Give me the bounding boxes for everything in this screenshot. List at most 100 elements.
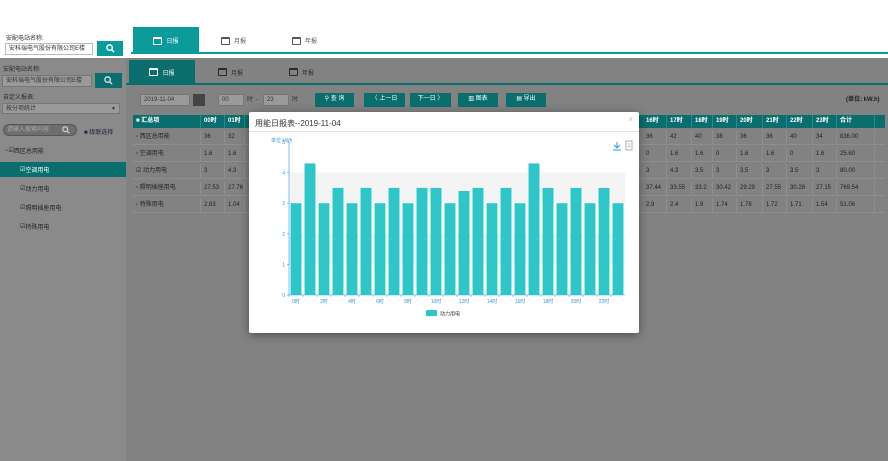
- table-cell: 30.42: [713, 181, 737, 196]
- hour-unit-label-2: 时: [292, 97, 299, 103]
- export-button[interactable]: ▤ 导出: [506, 93, 546, 107]
- table-cell: 25.60: [837, 147, 875, 162]
- calendar-month-icon: [218, 68, 227, 76]
- date-input[interactable]: 2019-11-04: [140, 94, 190, 106]
- bar-18时: [542, 187, 554, 295]
- calendar-year-icon: [289, 68, 298, 76]
- x-tick-label: 6时: [376, 298, 384, 305]
- header-h01: 01时: [225, 115, 245, 128]
- x-tick-label: 14时: [487, 298, 498, 305]
- calendar-day-icon: [153, 36, 163, 45]
- bar-14时: [486, 203, 498, 295]
- next-label: 下一日: [417, 96, 436, 102]
- download-icon[interactable]: [613, 142, 621, 151]
- y-tick-label: 3: [282, 201, 285, 207]
- table-cell: 3: [713, 164, 737, 179]
- bar-16时: [514, 203, 526, 295]
- sidebar-station-input[interactable]: 安科瑞电气股份有限公司E楼: [2, 75, 92, 87]
- chart-button[interactable]: ▥ 图表: [458, 93, 498, 107]
- close-icon[interactable]: ×: [628, 115, 633, 124]
- table-cell: 38: [713, 130, 737, 145]
- station-search-button[interactable]: [97, 41, 123, 56]
- bar-22时: [598, 187, 610, 295]
- bar-12时: [458, 190, 470, 295]
- table-cell: 2.4: [667, 198, 692, 213]
- table-cell: 36: [763, 130, 787, 145]
- header-h23: 23时: [813, 115, 837, 128]
- table-cell: 1.78: [737, 198, 763, 213]
- sidebar-item-label: 动力用电: [25, 187, 50, 193]
- next-day-button[interactable]: 下一日 〉: [410, 93, 451, 107]
- bar-06时: [374, 203, 386, 295]
- table-cell: 30.28: [787, 181, 813, 196]
- caret-down-icon: ▼: [111, 106, 116, 112]
- calendar-year-icon: [292, 36, 301, 45]
- bar-02时: [318, 203, 330, 295]
- sidebar-search-button[interactable]: [95, 73, 122, 88]
- table-cell: 40: [692, 130, 713, 145]
- table-cell: 33.55: [667, 181, 692, 196]
- sidebar-item-power[interactable]: ☑ 动力用电: [0, 181, 126, 196]
- chart-label: 图表: [475, 96, 488, 102]
- bar-08时: [402, 203, 414, 295]
- custom-report-value: 按分项统计: [6, 106, 37, 112]
- checked-box-icon[interactable]: ☑: [136, 168, 143, 174]
- table-cell: 3.5: [787, 164, 813, 179]
- header-total: 合计: [837, 115, 875, 128]
- unit-label: (单位: kW.h): [846, 97, 880, 103]
- table-cell: 3: [763, 164, 787, 179]
- bar-03时: [332, 187, 344, 295]
- x-tick-label: 16时: [515, 298, 526, 305]
- tab-daily[interactable]: 日报: [133, 27, 199, 54]
- table-cell: 1.6: [225, 147, 245, 162]
- data-view-icon[interactable]: [625, 140, 633, 151]
- export-label: 导出: [523, 96, 536, 102]
- chevron-right-icon: 〉: [435, 96, 444, 102]
- tree-root[interactable]: − ☑ 西区总用能: [0, 143, 126, 158]
- inner-tab-monthly[interactable]: 月报: [218, 60, 268, 84]
- sidebar-station-label: 安配电站名称:: [3, 67, 41, 73]
- inner-tab-yearly[interactable]: 年报: [289, 60, 339, 84]
- table-cell: 27.15: [813, 181, 837, 196]
- header-h22: 22时: [787, 115, 813, 128]
- custom-report-label: 自定义报表:: [3, 95, 35, 101]
- calendar-picker-icon[interactable]: [193, 94, 205, 106]
- hour-to-select[interactable]: 23: [263, 94, 289, 106]
- row-name: 西区总用能: [139, 134, 170, 140]
- cascade-select[interactable]: ■ 级联选择: [84, 127, 113, 136]
- table-cell: 37.44: [643, 181, 667, 196]
- legend-swatch: [426, 310, 437, 316]
- table-cell: 3: [813, 164, 837, 179]
- table-cell: 36: [201, 130, 225, 145]
- chart-modal: 用能日报表--2019-11-04 × 单位 kWh 0 1 2 3 4 5 0时 2时 4时 6时…: [249, 112, 639, 333]
- query-button[interactable]: ⚲ 查 询: [315, 93, 354, 107]
- table-cell: 3: [643, 164, 667, 179]
- search-icon[interactable]: [62, 126, 70, 134]
- hour-unit-label: 时: [247, 97, 254, 103]
- modal-title: 用能日报表--2019-11-04: [255, 119, 341, 128]
- tab-monthly[interactable]: 月报: [221, 27, 271, 54]
- sidebar-item-aircon[interactable]: ☑ 空调用电: [0, 162, 126, 177]
- bar-13时: [472, 187, 484, 295]
- inner-tab-daily[interactable]: 日报: [129, 60, 195, 84]
- hour-from-select[interactable]: 00: [218, 94, 244, 106]
- sidebar-item-special[interactable]: ☑ 特殊用电: [0, 219, 126, 234]
- station-input[interactable]: 安科瑞电气股份有限公司E楼: [5, 43, 93, 55]
- table-cell: 1.74: [713, 198, 737, 213]
- x-tick-label: 10时: [431, 298, 442, 305]
- table-cell: 27.53: [201, 181, 225, 196]
- bar-chart-icon: ▥: [468, 96, 476, 102]
- table-cell: 1.6: [201, 147, 225, 162]
- prev-day-button[interactable]: 〈 上一日: [364, 93, 405, 107]
- table-cell: 1.71: [787, 198, 813, 213]
- calendar-month-icon: [221, 36, 230, 45]
- header-h21: 21时: [763, 115, 787, 128]
- sidebar-item-lighting[interactable]: ☑ 照明插座用电: [0, 200, 126, 215]
- x-tick-label: 18时: [543, 298, 554, 305]
- bar-19时: [556, 203, 568, 295]
- y-tick-label: 0: [282, 293, 285, 299]
- custom-report-select[interactable]: 按分项统计 ▼: [2, 103, 120, 114]
- tab-daily-label: 日报: [166, 39, 179, 45]
- table-cell: 3.5: [737, 164, 763, 179]
- tab-yearly[interactable]: 年报: [292, 27, 342, 54]
